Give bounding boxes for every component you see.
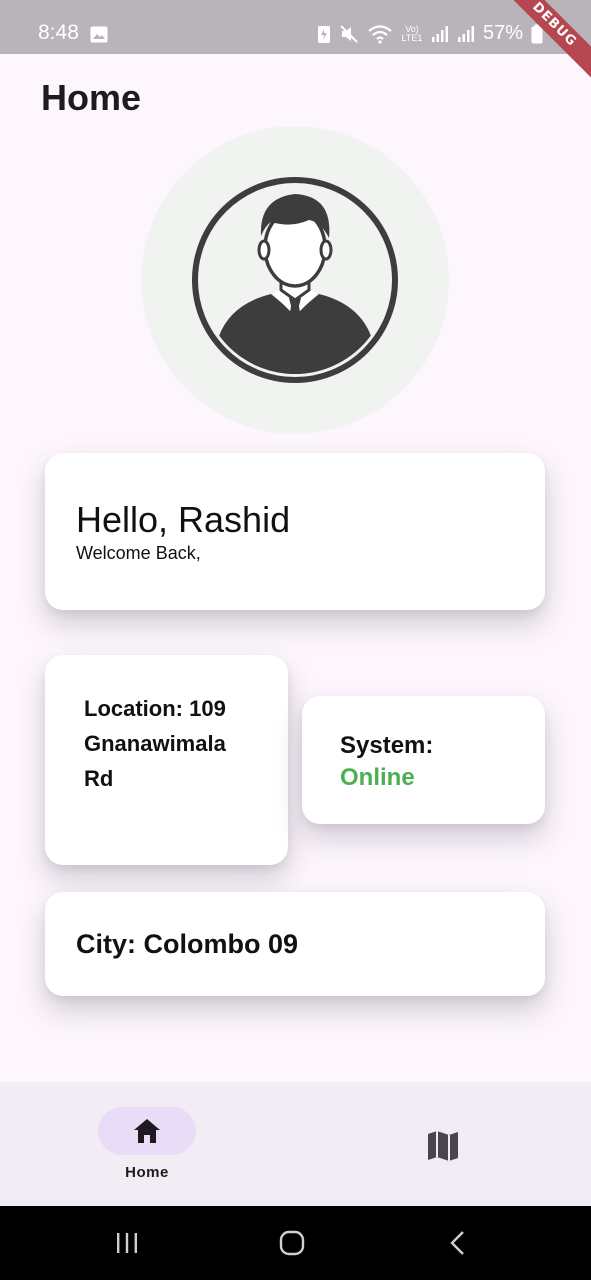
status-icons: Vo) LTE1 57% — [317, 22, 543, 45]
bottom-navigation: Home — [0, 1082, 591, 1206]
battery-saver-icon — [317, 25, 330, 43]
status-bar: 8:48 Vo) LTE1 57% DEBUG — [0, 0, 591, 86]
avatar — [141, 126, 449, 434]
signal-icon-2 — [457, 25, 474, 42]
wifi-icon — [368, 24, 392, 44]
recent-apps-icon[interactable] — [114, 1230, 140, 1256]
location-text: Location: 109 Gnanawimala Rd — [84, 696, 226, 791]
back-icon[interactable] — [448, 1230, 468, 1256]
map-icon[interactable] — [422, 1129, 464, 1163]
system-status: Online — [340, 764, 415, 791]
nav-home-label: Home — [125, 1164, 169, 1181]
gallery-icon — [90, 26, 108, 43]
system-navigation-bar — [0, 1206, 591, 1280]
mute-icon — [340, 24, 358, 43]
home-icon — [134, 1119, 160, 1143]
nav-item-home[interactable]: Home — [98, 1107, 198, 1187]
system-label: System: — [340, 732, 434, 759]
location-card: Location: 109 Gnanawimala Rd — [45, 655, 288, 865]
network-label: Vo) LTE1 — [401, 23, 423, 43]
page-title: Home — [41, 77, 142, 118]
system-card: System: Online — [302, 696, 545, 824]
status-time: 8:48 — [38, 21, 79, 44]
home-button-icon[interactable] — [279, 1230, 305, 1256]
signal-icon — [431, 25, 448, 42]
greeting-title: Hello, Rashid — [76, 499, 291, 540]
welcome-subtitle: Welcome Back, — [76, 543, 201, 563]
city-text: City: Colombo 09 — [76, 929, 299, 959]
city-card: City: Colombo 09 — [45, 892, 545, 996]
battery-percent: 57% — [482, 22, 523, 44]
nav-home-indicator[interactable] — [98, 1107, 196, 1155]
greeting-card: Hello, Rashid Welcome Back, — [45, 453, 545, 610]
user-avatar-icon — [192, 177, 398, 383]
